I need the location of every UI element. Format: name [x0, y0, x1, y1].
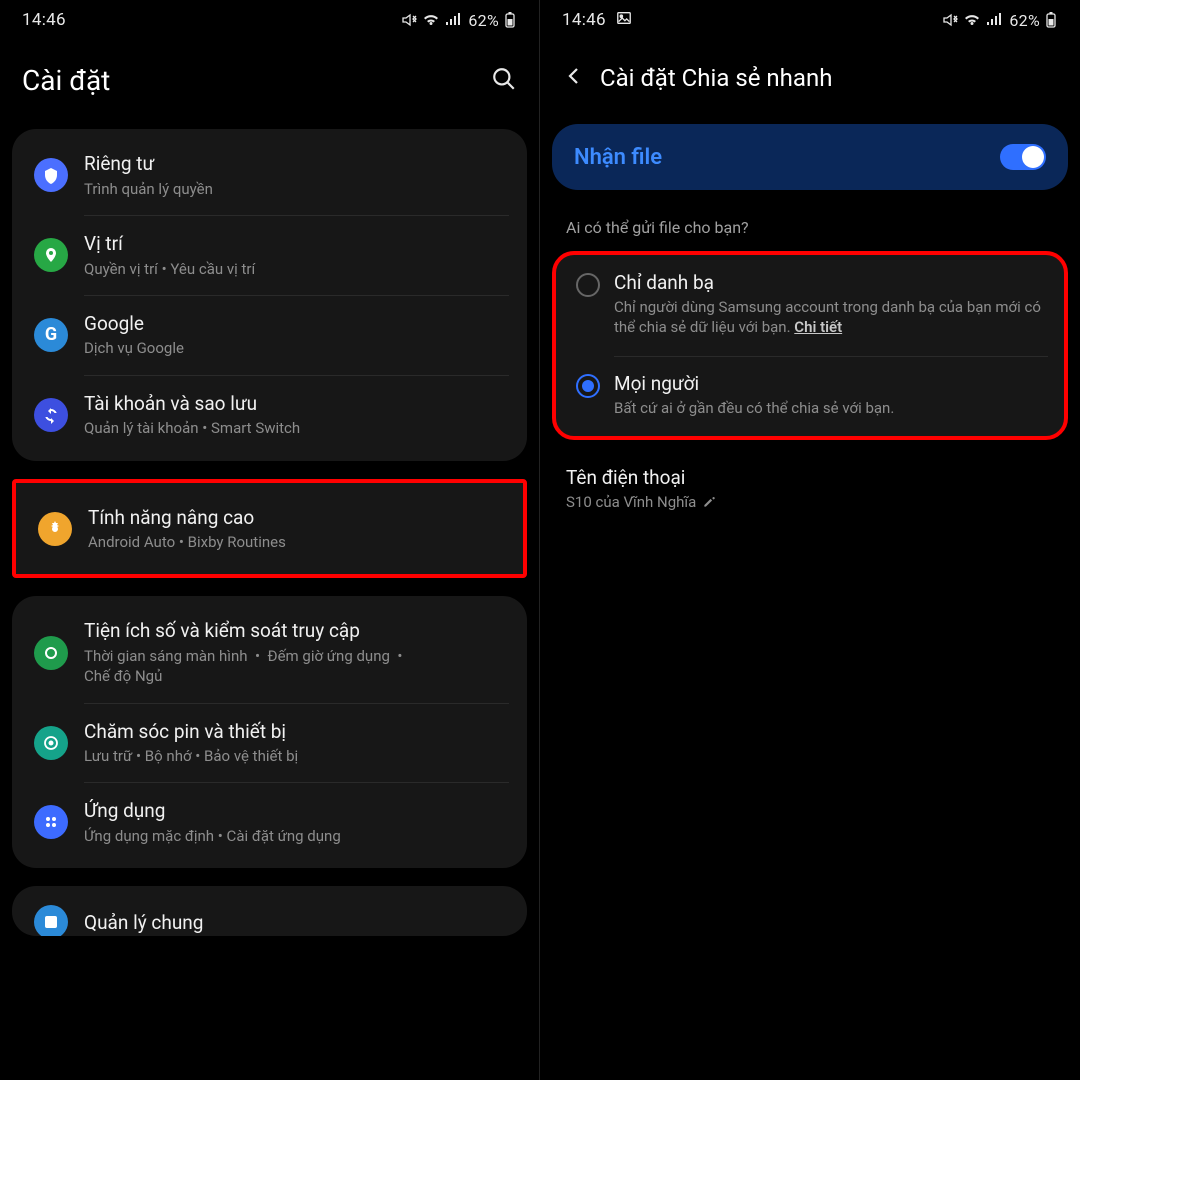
- item-title: Tính năng nâng cao: [88, 505, 501, 531]
- battery-percent: 62%: [1009, 11, 1040, 30]
- toggle-on[interactable]: [1000, 144, 1046, 170]
- quick-share-settings-screen: 14:46 62% Cài đặt Chia sẻ nhanh Nhận fil…: [540, 0, 1080, 1080]
- general-icon: [34, 905, 68, 936]
- status-time: 14:46: [562, 10, 606, 30]
- wellbeing-icon: [34, 636, 68, 670]
- settings-group-3: Tiện ích số và kiểm soát truy cập Thời g…: [12, 596, 527, 868]
- settings-item-advanced[interactable]: Tính năng nâng cao Android Auto • Bixby …: [16, 489, 523, 569]
- battery-care-icon: [34, 726, 68, 760]
- signal-icon: [985, 11, 1003, 29]
- settings-item-general[interactable]: Quản lý chung: [12, 892, 527, 936]
- item-title: Ứng dụng: [84, 798, 505, 824]
- sync-icon: [34, 398, 68, 432]
- battery-icon: [503, 11, 517, 29]
- settings-header: Cài đặt: [0, 40, 539, 129]
- settings-item-location[interactable]: Vị trí Quyền vị trí • Yêu cầu vị trí: [12, 215, 527, 295]
- visibility-options: Chỉ danh bạ Chỉ người dùng Samsung accou…: [552, 251, 1068, 440]
- image-icon: [616, 10, 632, 31]
- mute-icon: [400, 11, 418, 29]
- option-sub: Chỉ người dùng Samsung account trong dan…: [614, 297, 1044, 338]
- radio-unchecked-icon: [576, 273, 600, 297]
- privacy-icon: [34, 158, 68, 192]
- settings-group-4: Quản lý chung: [12, 886, 527, 936]
- settings-item-wellbeing[interactable]: Tiện ích số và kiểm soát truy cập Thời g…: [12, 602, 527, 702]
- phone-name-label: Tên điện thoại: [566, 466, 1054, 489]
- status-icons: 62%: [400, 11, 517, 30]
- back-button[interactable]: [562, 64, 586, 92]
- item-title: Chăm sóc pin và thiết bị: [84, 719, 505, 745]
- settings-screen: 14:46 62% Cài đặt Riêng tư Trình quản lý…: [0, 0, 540, 1080]
- settings-item-accounts[interactable]: Tài khoản và sao lưu Quản lý tài khoản •…: [12, 375, 527, 455]
- edit-icon: [702, 495, 716, 509]
- wifi-icon: [422, 11, 440, 29]
- location-icon: [34, 238, 68, 272]
- item-title: Vị trí: [84, 231, 505, 257]
- item-title: Riêng tư: [84, 151, 505, 177]
- option-contacts-only[interactable]: Chỉ danh bạ Chỉ người dùng Samsung accou…: [556, 255, 1064, 356]
- quick-share-header: Cài đặt Chia sẻ nhanh: [540, 40, 1080, 124]
- receive-files-label: Nhận file: [574, 145, 1000, 170]
- item-sub: Trình quản lý quyền: [84, 179, 505, 199]
- settings-title: Cài đặt: [22, 64, 477, 97]
- battery-icon: [1044, 11, 1058, 29]
- option-title: Chỉ danh bạ: [614, 271, 1044, 294]
- item-sub: Dịch vụ Google: [84, 338, 505, 358]
- status-icons: 62%: [941, 11, 1058, 30]
- wifi-icon: [963, 11, 981, 29]
- item-title: Google: [84, 311, 505, 337]
- signal-icon: [444, 11, 462, 29]
- status-time: 14:46: [22, 10, 66, 30]
- settings-item-battery[interactable]: Chăm sóc pin và thiết bị Lưu trữ • Bộ nh…: [12, 703, 527, 783]
- search-icon[interactable]: [491, 66, 517, 96]
- status-bar: 14:46 62%: [0, 0, 539, 40]
- option-sub: Bất cứ ai ở gần đều có thể chia sẻ với b…: [614, 398, 1044, 418]
- item-sub: Quyền vị trí • Yêu cầu vị trí: [84, 259, 505, 279]
- settings-group-2: Tính năng nâng cao Android Auto • Bixby …: [12, 479, 527, 579]
- item-sub: Ứng dụng mặc định • Cài đặt ứng dụng: [84, 826, 505, 846]
- phone-name-value: S10 của Vĩnh Nghĩa: [566, 493, 1054, 511]
- item-sub: Thời gian sáng màn hình • Đếm giờ ứng dụ…: [84, 646, 505, 687]
- quick-share-title: Cài đặt Chia sẻ nhanh: [600, 64, 1058, 92]
- receive-files-toggle-card[interactable]: Nhận file: [552, 124, 1068, 190]
- settings-item-apps[interactable]: Ứng dụng Ứng dụng mặc định • Cài đặt ứng…: [12, 782, 527, 862]
- battery-percent: 62%: [468, 11, 499, 30]
- settings-item-privacy[interactable]: Riêng tư Trình quản lý quyền: [12, 135, 527, 215]
- details-link[interactable]: Chi tiết: [794, 318, 842, 336]
- option-title: Mọi người: [614, 372, 1044, 395]
- apps-icon: [34, 805, 68, 839]
- option-everyone[interactable]: Mọi người Bất cứ ai ở gần đều có thể chi…: [556, 356, 1064, 436]
- radio-checked-icon: [576, 374, 600, 398]
- who-can-send-label: Ai có thể gửi file cho bạn?: [540, 214, 1080, 251]
- phone-name-block[interactable]: Tên điện thoại S10 của Vĩnh Nghĩa: [540, 462, 1080, 515]
- item-sub: Android Auto • Bixby Routines: [88, 532, 501, 552]
- item-sub: Quản lý tài khoản • Smart Switch: [84, 418, 505, 438]
- item-title: Quản lý chung: [84, 910, 505, 936]
- advanced-icon: [38, 512, 72, 546]
- settings-group-1: Riêng tư Trình quản lý quyền Vị trí Quyề…: [12, 129, 527, 461]
- settings-item-google[interactable]: G Google Dịch vụ Google: [12, 295, 527, 375]
- item-sub: Lưu trữ • Bộ nhớ • Bảo vệ thiết bị: [84, 746, 505, 766]
- mute-icon: [941, 11, 959, 29]
- item-title: Tài khoản và sao lưu: [84, 391, 505, 417]
- status-bar: 14:46 62%: [540, 0, 1080, 40]
- google-icon: G: [34, 318, 68, 352]
- item-title: Tiện ích số và kiểm soát truy cập: [84, 618, 505, 644]
